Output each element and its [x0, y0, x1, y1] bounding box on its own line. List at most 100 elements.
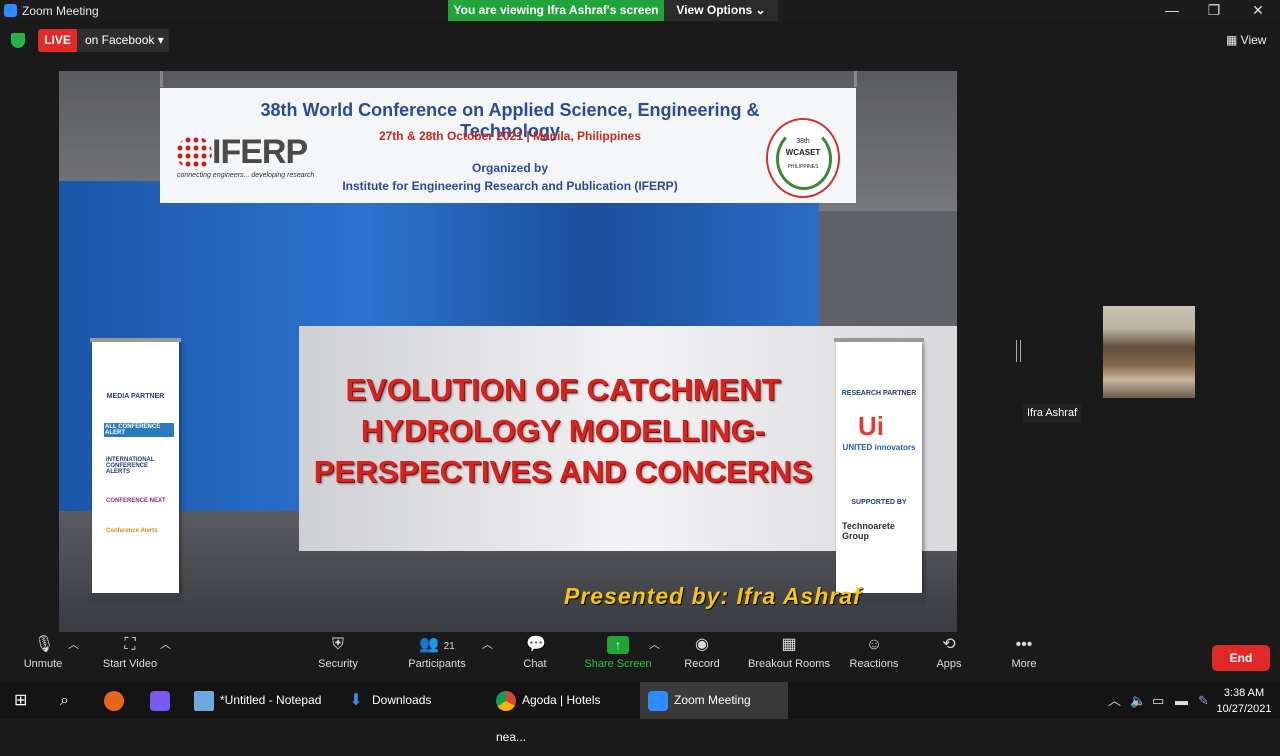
firefox-logo-icon — [104, 690, 124, 711]
share-screen-button[interactable]: ↑ Share Screen — [584, 636, 652, 670]
start-windows-icon[interactable]: ⊞ — [14, 682, 34, 719]
teams-icon[interactable] — [150, 682, 174, 719]
united-innovators-name: UNITED innovators — [842, 443, 916, 452]
windows-taskbar: ⊞ ⌕ *Untitled - Notepad ⬇ Downloads Agoda… — [0, 682, 1280, 744]
audio-options-chevron-icon[interactable]: ︿ — [68, 636, 79, 652]
united-innovators-logo: Ui — [858, 411, 884, 441]
speaker-icon[interactable]: 🔈 — [1130, 682, 1146, 719]
more-button[interactable]: ••• More — [1008, 636, 1040, 670]
reactions-label: Reactions — [849, 658, 899, 670]
close-button[interactable]: ✕ — [1238, 0, 1278, 22]
taskbar-notepad[interactable]: *Untitled - Notepad — [194, 682, 328, 719]
start-video-label: Start Video — [102, 658, 158, 670]
encryption-shield-icon[interactable] — [11, 33, 25, 48]
security-shield-icon: ⛨ — [331, 636, 344, 653]
chat-label: Chat — [523, 658, 547, 670]
participants-button[interactable]: 👥 21 Participants — [404, 636, 470, 670]
zoom-label: Zoom Meeting — [674, 693, 751, 707]
emoji-add-icon: ☺ — [865, 636, 883, 653]
conference-banner: IFERP connecting engineers... developing… — [160, 88, 856, 203]
window-title: Zoom Meeting — [22, 4, 99, 18]
zoom-icon — [648, 690, 668, 711]
pen-icon[interactable]: ✎ — [1198, 682, 1209, 719]
clock-time: 3:38 AM — [1223, 687, 1265, 699]
viewing-screen-banner: You are viewing Ifra Ashraf's screen — [448, 0, 664, 21]
organized-by-label: Organized by — [471, 161, 548, 175]
presentation-title: EVOLUTION OF CATCHMENT HYDROLOGY MODELLI… — [309, 369, 817, 492]
notepad-icon — [194, 690, 214, 711]
participants-icon: 👥 21 — [419, 636, 455, 653]
more-label: More — [1011, 658, 1037, 670]
chat-app-icon — [150, 690, 170, 711]
chat-button[interactable]: 💬 Chat — [518, 636, 552, 670]
security-button[interactable]: ⛨ Security — [314, 636, 362, 670]
technoarete-logo: Technoarete Group — [842, 521, 895, 541]
meeting-toolbar: 🎙 Unmute ︿ ⛶ Start Video ︿ ⛨ Security 👥 … — [0, 632, 1280, 682]
share-options-chevron-icon[interactable]: ︿ — [649, 636, 660, 652]
banner-pole-left — [160, 71, 163, 87]
taskbar-zoom-meeting[interactable]: Zoom Meeting — [640, 682, 788, 719]
record-button[interactable]: ◉ Record — [682, 636, 722, 670]
banner-pole-right — [854, 71, 857, 87]
participant-name-label: Ifra Ashraf — [1023, 404, 1082, 422]
seal-name: WCASET — [785, 148, 821, 157]
supported-by-heading: SUPPORTED BY — [851, 499, 907, 506]
taskbar-chrome-agoda[interactable]: Agoda | Hotels nea... — [496, 682, 632, 744]
record-icon: ◉ — [695, 636, 709, 653]
security-label: Security — [318, 658, 358, 670]
conference-date-place: 27th & 28th October 2021 | Manila, Phili… — [378, 129, 642, 143]
media-logo-4: Conference Alerts — [106, 528, 158, 534]
presenter-credit: Presented by: Ifra Ashraf — [564, 583, 862, 609]
live-badge: LIVE — [38, 29, 77, 52]
media-logo-3: CONFERENCE NEXT — [106, 498, 166, 504]
video-options-chevron-icon[interactable]: ︿ — [160, 636, 171, 652]
end-meeting-button[interactable]: End — [1212, 645, 1270, 671]
apps-button[interactable]: ⟲ Apps — [934, 636, 964, 670]
reactions-button[interactable]: ☺ Reactions — [848, 636, 900, 670]
apps-icon: ⟲ — [942, 636, 956, 653]
panel-resize-handle[interactable] — [1016, 340, 1021, 362]
breakout-rooms-button[interactable]: ▦ Breakout Rooms — [746, 636, 832, 670]
media-partner-standee: MEDIA PARTNER ALL CONFERENCE ALERT INTER… — [88, 338, 183, 605]
shared-screen: IFERP connecting engineers... developing… — [59, 71, 957, 632]
downloads-label: Downloads — [372, 693, 432, 707]
unmute-button[interactable]: 🎙 Unmute — [20, 636, 66, 670]
start-video-button[interactable]: ⛶ Start Video — [100, 636, 160, 670]
breakout-grid-icon: ▦ — [781, 636, 797, 653]
record-label: Record — [684, 658, 720, 670]
network-icon[interactable]: ▭ — [1152, 682, 1164, 719]
view-button[interactable]: ▦ View — [1226, 33, 1266, 47]
standee-top-bar — [90, 338, 181, 342]
system-clock[interactable]: 3:38 AM 10/27/2021 — [1214, 685, 1274, 717]
share-screen-label: Share Screen — [584, 658, 652, 670]
clock-date: 10/27/2021 — [1216, 703, 1272, 715]
show-hidden-icons-chevron-icon[interactable]: ︿ — [1108, 682, 1121, 719]
presentation-title-line2: HYDROLOGY MODELLING- — [360, 413, 766, 448]
share-arrow-icon: ↑ — [607, 636, 629, 654]
participants-label: Participants — [408, 658, 466, 670]
zoom-app-icon — [4, 4, 17, 17]
media-partner-heading: MEDIA PARTNER — [106, 393, 165, 400]
unmute-label: Unmute — [23, 658, 63, 670]
media-logo-2: INTERNATIONAL CONFERENCE ALERTS — [106, 457, 155, 475]
research-partner-heading: RESEARCH PARTNER — [841, 390, 917, 397]
search-icon[interactable]: ⌕ — [60, 682, 80, 719]
breakout-rooms-label: Breakout Rooms — [748, 658, 830, 670]
seal-number: 38th — [796, 138, 810, 145]
video-off-icon: ⛶ — [124, 636, 136, 653]
view-options-button[interactable]: View Options ⌄ — [664, 0, 778, 21]
live-destination-dropdown[interactable]: on Facebook ▾ — [77, 29, 169, 52]
minimize-button[interactable]: — — [1152, 0, 1192, 22]
media-logo-1: ALL CONFERENCE ALERT — [104, 423, 174, 437]
notepad-label: *Untitled - Notepad — [220, 693, 322, 707]
battery-icon[interactable]: ▬ — [1175, 682, 1188, 719]
participants-chevron-icon[interactable]: ︿ — [482, 636, 493, 652]
window-titlebar: Zoom Meeting You are viewing Ifra Ashraf… — [0, 0, 1280, 22]
taskbar-downloads[interactable]: ⬇ Downloads — [346, 682, 446, 719]
firefox-icon[interactable] — [104, 682, 128, 719]
participant-video-thumbnail[interactable] — [1103, 306, 1195, 398]
restore-button[interactable]: ❐ — [1194, 0, 1234, 22]
presentation-title-line1: EVOLUTION OF CATCHMENT — [345, 372, 781, 407]
apps-label: Apps — [936, 658, 962, 670]
participants-count: 21 — [443, 641, 455, 652]
